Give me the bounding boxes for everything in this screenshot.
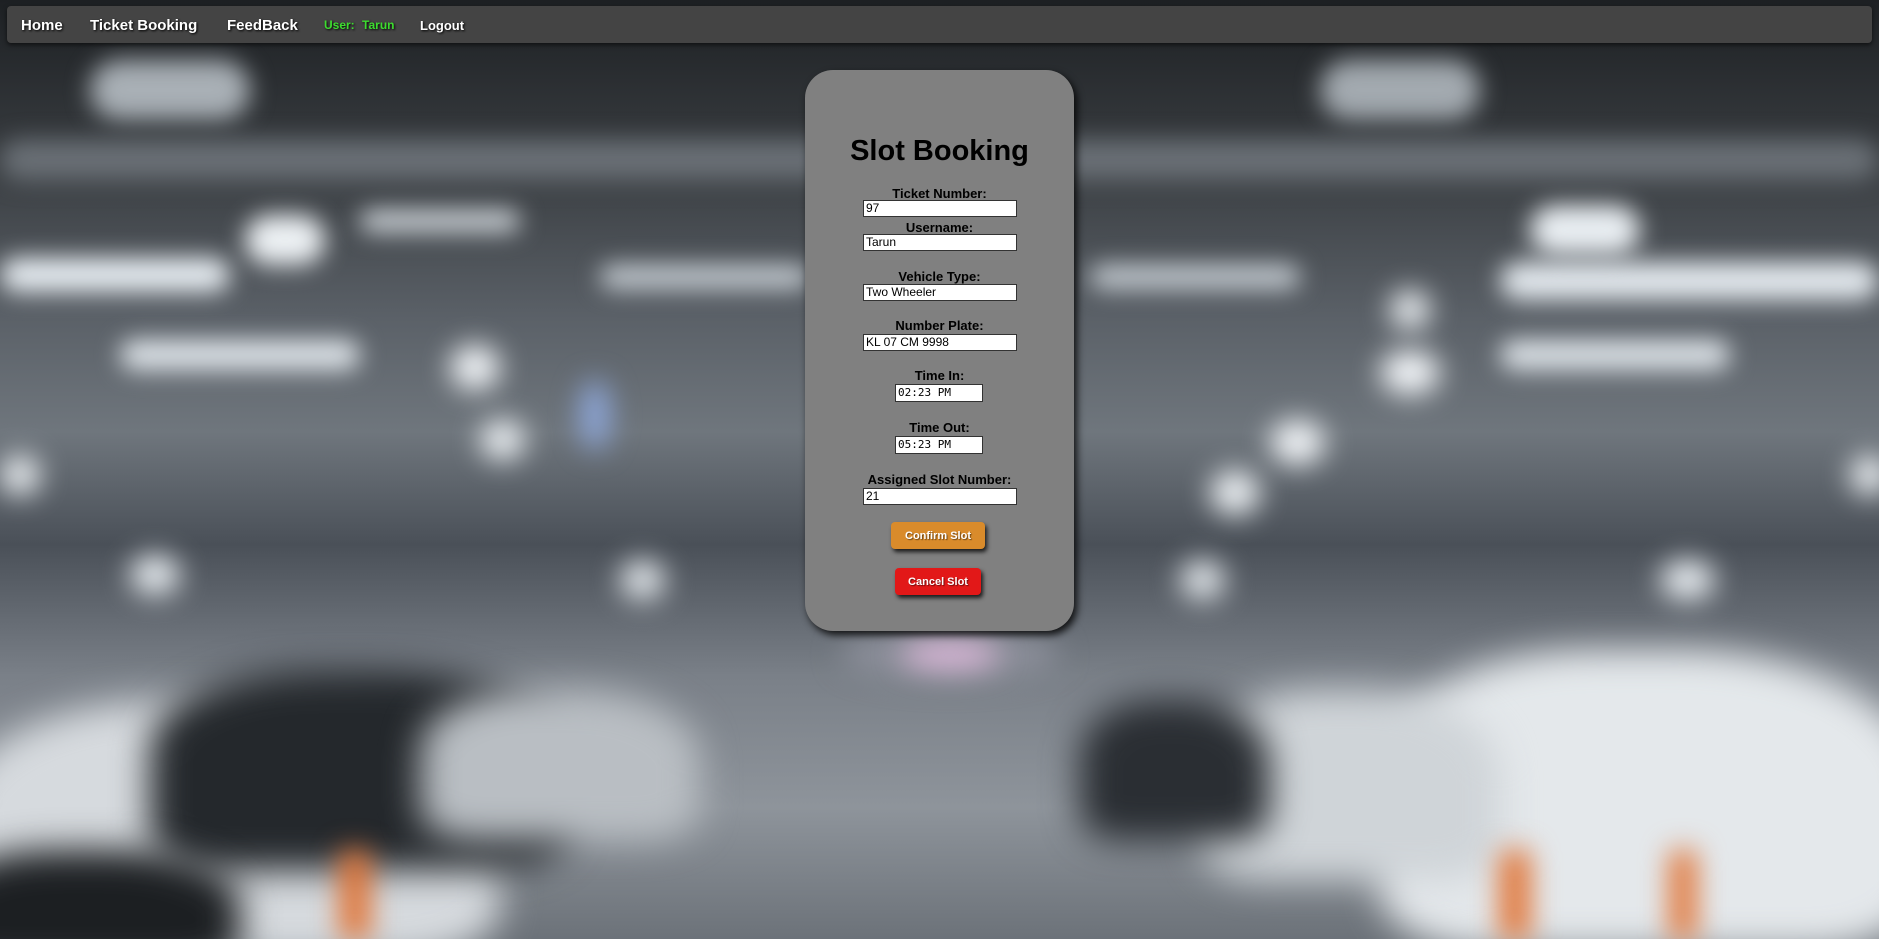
vehicle-type-label: Vehicle Type: <box>898 269 981 284</box>
nav-user-label: User: Tarun <box>324 18 394 32</box>
nav-feedback-link[interactable]: FeedBack <box>227 17 298 34</box>
slot-booking-card: Slot Booking Ticket Number: 97 Username:… <box>805 70 1074 631</box>
page-title: Slot Booking <box>850 135 1029 167</box>
number-plate-label: Number Plate: <box>895 318 984 333</box>
ticket-number-field[interactable]: 97 <box>863 200 1017 217</box>
confirm-slot-button[interactable]: Confirm Slot <box>891 522 985 549</box>
user-label-prefix: User: <box>324 18 355 32</box>
user-name: Tarun <box>362 18 395 32</box>
time-out-label: Time Out: <box>909 420 970 435</box>
time-in-label: Time In: <box>914 368 965 383</box>
username-label: Username: <box>905 220 974 235</box>
nav-logout-link[interactable]: Logout <box>420 18 464 33</box>
slot-number-field[interactable]: 21 <box>863 488 1017 505</box>
slot-number-label: Assigned Slot Number: <box>867 472 1012 487</box>
time-in-field[interactable]: 02:23 PM <box>895 384 983 402</box>
nav-ticket-booking-link[interactable]: Ticket Booking <box>90 17 197 34</box>
vehicle-type-field[interactable]: Two Wheeler <box>863 284 1017 301</box>
username-field[interactable]: Tarun <box>863 234 1017 251</box>
top-navbar: Home Ticket Booking FeedBack User: Tarun… <box>7 6 1872 43</box>
ticket-number-label: Ticket Number: <box>892 186 987 201</box>
nav-home-link[interactable]: Home <box>21 17 63 34</box>
cancel-slot-button[interactable]: Cancel Slot <box>895 568 981 595</box>
time-out-field[interactable]: 05:23 PM <box>895 436 983 454</box>
number-plate-field[interactable]: KL 07 CM 9998 <box>863 334 1017 351</box>
